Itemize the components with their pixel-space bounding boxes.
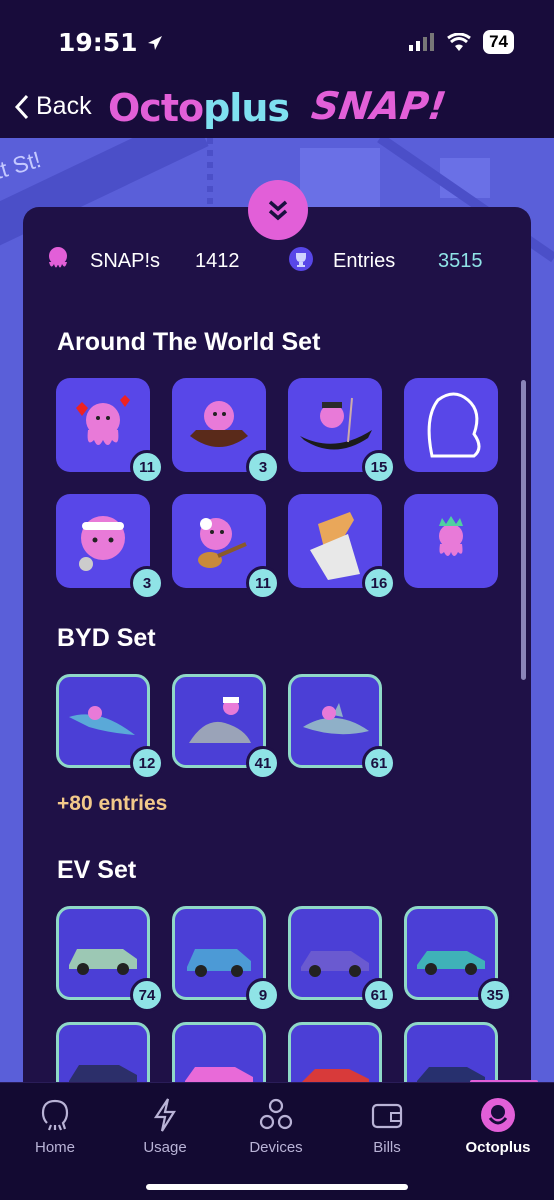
snap-count-badge: 9 xyxy=(246,978,280,1012)
scrollbar[interactable] xyxy=(521,380,526,680)
status-right: 74 xyxy=(409,30,514,54)
snaps-value: 1412 xyxy=(195,250,240,272)
snap-count-badge: 3 xyxy=(130,566,164,600)
battery-indicator: 74 xyxy=(483,30,514,54)
status-time-text: 19:51 xyxy=(58,28,138,57)
back-button[interactable]: Back xyxy=(14,92,92,121)
stats-row: SNAP!s 1412 Entries 3515 xyxy=(23,240,531,284)
wifi-icon xyxy=(447,33,471,51)
locked-outline-icon xyxy=(427,392,481,458)
tab-bills[interactable]: Bills xyxy=(332,1095,442,1156)
tab-label: Octoplus xyxy=(465,1139,531,1156)
brand-part-plus: plus xyxy=(203,86,290,130)
tab-label: Devices xyxy=(249,1139,303,1156)
octopus-outline-icon xyxy=(41,1099,69,1131)
snap-count-badge: 16 xyxy=(362,566,396,600)
snap-count-badge: 61 xyxy=(362,746,396,780)
tab-bar: Home Usage Devices Bills Octoplus xyxy=(0,1082,554,1200)
snap-count-badge: 11 xyxy=(130,450,164,484)
octoplus-logo: Octoplus xyxy=(108,86,290,130)
collapse-panel-button[interactable] xyxy=(248,180,308,240)
snap-logo: SNAP! xyxy=(308,84,449,128)
wallet-icon xyxy=(371,1103,403,1129)
double-chevron-down-icon xyxy=(268,200,288,221)
octopus-liberty-icon xyxy=(439,516,463,556)
snap-count-badge: 61 xyxy=(362,978,396,1012)
devices-icon xyxy=(259,1098,293,1130)
octoplus-icon xyxy=(481,1098,515,1132)
lightning-icon xyxy=(153,1098,176,1132)
snap-count-badge: 3 xyxy=(246,450,280,484)
tab-label: Usage xyxy=(143,1139,187,1156)
tab-devices[interactable]: Devices xyxy=(221,1095,331,1156)
snaps-label: SNAP!s xyxy=(90,250,161,272)
tab-octoplus[interactable]: Octoplus xyxy=(443,1095,553,1156)
octopus-icon xyxy=(49,247,67,268)
snap-tile[interactable] xyxy=(404,494,498,588)
entries-label: Entries xyxy=(333,250,396,272)
location-arrow-icon xyxy=(148,36,163,50)
tab-label: Bills xyxy=(373,1139,401,1156)
tab-home[interactable]: Home xyxy=(0,1095,110,1156)
snap-count-badge: 35 xyxy=(478,978,512,1012)
snap-count-badge: 11 xyxy=(246,566,280,600)
set-title-ev: EV Set xyxy=(57,856,137,884)
entries-value: 3515 xyxy=(438,250,483,272)
status-bar: 19:51 74 xyxy=(0,0,554,84)
snap-count-badge: 15 xyxy=(362,450,396,484)
snap-tile-locked[interactable] xyxy=(404,378,498,472)
signal-icon xyxy=(409,33,435,51)
tab-label: Home xyxy=(34,1139,75,1156)
snap-count-badge: 12 xyxy=(130,746,164,780)
tab-usage[interactable]: Usage xyxy=(110,1095,220,1156)
snap-count-badge: 74 xyxy=(130,978,164,1012)
chevron-left-icon xyxy=(14,94,29,119)
set-title-around-the-world: Around The World Set xyxy=(57,328,321,356)
set-title-byd: BYD Set xyxy=(57,624,156,652)
home-indicator xyxy=(146,1184,408,1190)
trophy-icon xyxy=(289,247,313,271)
header: Back Octoplus SNAP! xyxy=(0,84,554,138)
back-label: Back xyxy=(36,92,92,120)
brand-part-octo: Octo xyxy=(108,86,204,130)
bonus-entries-label: +80 entries xyxy=(57,792,168,815)
snap-count-badge: 41 xyxy=(246,746,280,780)
status-time: 19:51 xyxy=(58,28,164,57)
